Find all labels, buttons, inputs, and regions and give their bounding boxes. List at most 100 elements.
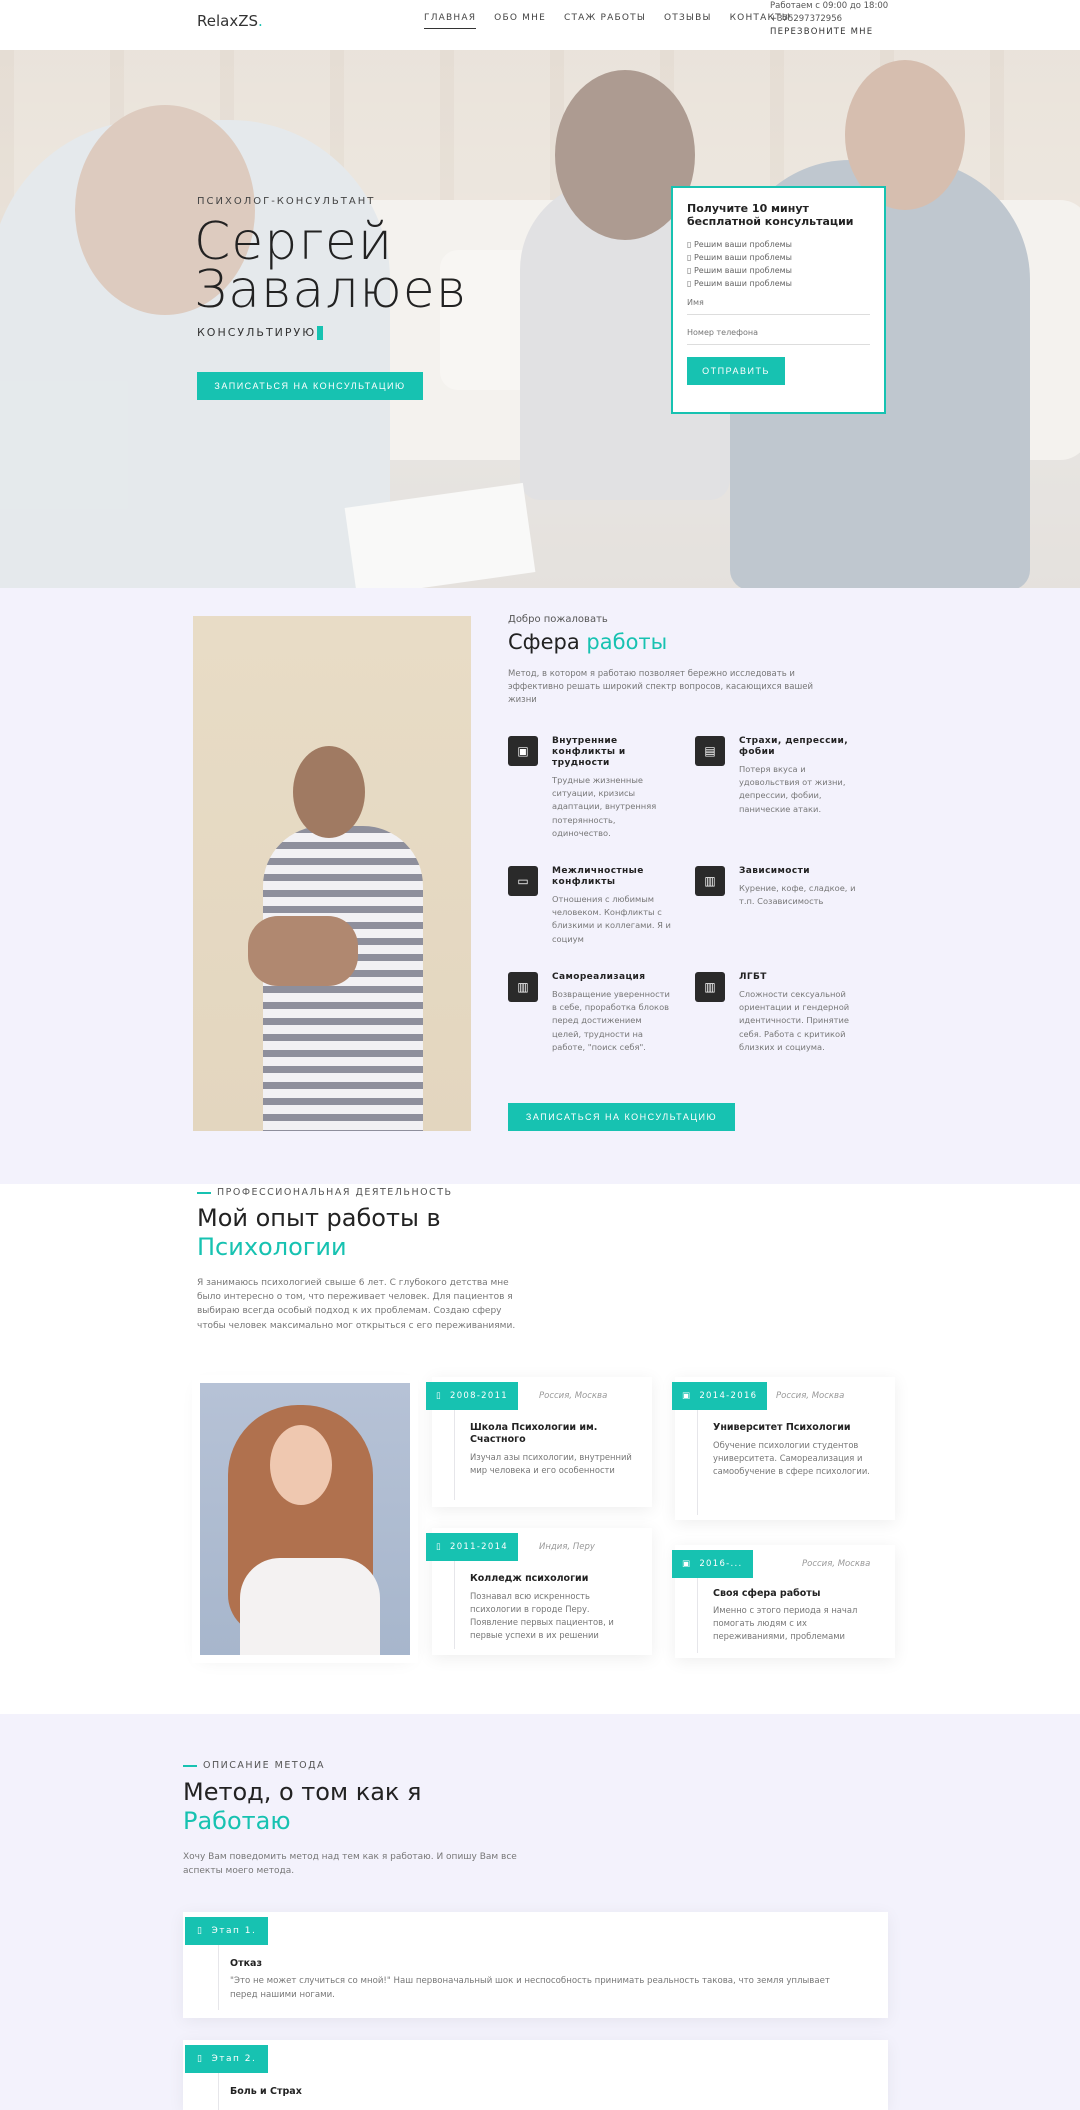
timeline-years: ▯ 2011-2014 <box>426 1533 519 1561</box>
feature-item: ▥ Зависимости Курение, кофе, сладкое, и … <box>695 866 860 908</box>
hero-tagline: КОНСУЛЬТИРУЮ <box>197 326 324 340</box>
hero-name: Сергей Завалюев <box>194 216 514 320</box>
phone-input[interactable] <box>687 321 870 345</box>
timeline-location: Россия, Москва <box>776 1391 845 1401</box>
form-submit-button[interactable]: ОТПРАВИТЬ <box>687 357 785 385</box>
name-input[interactable] <box>687 291 870 315</box>
timeline-years-text: 2011-2014 <box>449 1542 509 1552</box>
wallet-icon: ▭ <box>508 866 538 896</box>
hero-consult-button[interactable]: ЗАПИСАТЬСЯ НА КОНСУЛЬТАЦИЮ <box>197 372 423 400</box>
briefcase-icon: ▣ <box>682 1559 692 1569</box>
nav-reviews[interactable]: ОТЗЫВЫ <box>664 13 712 29</box>
timeline-line <box>697 1410 698 1515</box>
consultation-form: Получите 10 минут бесплатной консультаци… <box>671 186 886 414</box>
feature-text: Курение, кофе, сладкое, и т.п. Созависим… <box>739 883 856 907</box>
phone-number[interactable]: +375297372956 <box>770 13 888 26</box>
step-tag: ▯ Этап 2. <box>185 2045 269 2073</box>
scope-title: Сфера работы <box>508 630 667 654</box>
nav-home[interactable]: ГЛАВНАЯ <box>424 13 477 29</box>
scope-consult-button[interactable]: ЗАПИСАТЬСЯ НА КОНСУЛЬТАЦИЮ <box>508 1103 735 1131</box>
timeline-line <box>454 1561 455 1649</box>
timeline-years: ▣ 2016-... <box>672 1550 753 1578</box>
method-title-b: Работаю <box>183 1807 291 1835</box>
feature-title: ЛГБТ <box>739 972 767 982</box>
feature-title: Внутренние конфликты и трудности <box>552 736 626 768</box>
scope-description: Метод, в котором я работаю позволяет бер… <box>508 669 814 705</box>
timeline-location: Индия, Перу <box>539 1542 595 1552</box>
timeline-card: ▣ 2014-2016 Россия, Москва Университет Пс… <box>672 1377 895 1520</box>
feature-title: Межличностные конфликты <box>552 866 644 887</box>
working-hours: Работаем с 09:00 до 18:00 <box>770 1 889 11</box>
psychologist-photo <box>193 616 471 1131</box>
site-header: RelaxZS. ГЛАВНАЯ ОБО МНЕ СТАЖ РАБОТЫ ОТЗ… <box>0 0 1080 50</box>
method-title: Метод, о том как я Работаю <box>183 1778 421 1836</box>
hero-tagline-text: КОНСУЛЬТИРУЮ <box>197 326 317 339</box>
method-eyebrow-text: ОПИСАНИЕ МЕТОДА <box>203 1760 326 1771</box>
form-title: Получите 10 минут бесплатной консультаци… <box>687 202 854 228</box>
photo-dress <box>240 1558 380 1655</box>
method-eyebrow: ОПИСАНИЕ МЕТОДА <box>183 1760 325 1771</box>
timeline-title: Колледж психологии <box>470 1573 589 1584</box>
timeline-title: Университет Психологии <box>713 1422 851 1433</box>
feature-item: ▤ Страхи, депрессии, фобии Потеря вкуса … <box>695 736 860 816</box>
hero-overlay <box>0 50 1080 588</box>
experience-description: Я занимаюсь психологией свыше 6 лет. С г… <box>197 1278 516 1331</box>
form-benefit-item: ▯ Решим ваши проблемы <box>687 253 792 262</box>
photo-arms <box>248 916 358 986</box>
timeline-line <box>454 1410 455 1500</box>
logo[interactable]: RelaxZS. <box>197 12 263 30</box>
scope-title-b: работы <box>586 630 668 654</box>
step-line <box>218 2073 219 2110</box>
main-nav: ГЛАВНАЯ ОБО МНЕ СТАЖ РАБОТЫ ОТЗЫВЫ КОНТА… <box>424 13 791 29</box>
photo-head <box>293 746 365 838</box>
timeline-text: Познавал всю искренность психологии в го… <box>470 1591 614 1640</box>
feature-text: Потеря вкуса и удовольствия от жизни, де… <box>739 764 846 814</box>
welcome-label: Добро пожаловать <box>508 614 608 625</box>
logo-dot: . <box>258 12 263 30</box>
nav-about[interactable]: ОБО МНЕ <box>494 13 546 29</box>
book-icon: ▯ <box>436 1391 442 1401</box>
form-benefit-text: Решим ваши проблемы <box>693 266 792 275</box>
step-tag: ▯ Этап 1. <box>185 1917 269 1945</box>
books-icon: ▥ <box>695 866 725 896</box>
timeline-location: Россия, Москва <box>539 1391 608 1401</box>
photo-face <box>270 1425 332 1505</box>
feature-title: Самореализация <box>552 972 646 982</box>
books-icon: ▥ <box>508 972 538 1002</box>
timeline-text: Изучал азы психологии, внутренний мир че… <box>470 1452 632 1475</box>
step-text: "Это не может случиться со мной!" Наш пе… <box>230 1976 830 2000</box>
timeline-text: Обучение психологии студентов университе… <box>713 1440 870 1476</box>
step-tag-text: Этап 2. <box>211 2054 257 2064</box>
nav-experience[interactable]: СТАЖ РАБОТЫ <box>564 13 646 29</box>
experience-title-b: Психологии <box>197 1233 347 1261</box>
method-description: Хочу Вам поведомить метод над тем как я … <box>183 1852 517 1877</box>
contact-info: Работаем с 09:00 до 18:00 +375297372956 … <box>770 0 888 39</box>
scope-title-a: Сфера <box>508 630 587 654</box>
experience-photo <box>200 1383 410 1655</box>
feature-text: Сложности сексуальной ориентации и генде… <box>739 989 850 1052</box>
method-title-a: Метод, о том как я <box>183 1778 422 1806</box>
form-benefit-item: ▯ Решим ваши проблемы <box>687 266 792 275</box>
hero-last-name: Завалюев <box>194 260 468 320</box>
briefcase-icon: ▣ <box>682 1391 692 1401</box>
callback-link[interactable]: ПЕРЕЗВОНИТЕ МНЕ <box>770 26 888 39</box>
timeline-years: ▣ 2014-2016 <box>672 1382 768 1410</box>
book-icon: ▯ <box>197 1926 204 1936</box>
feature-item: ▥ Самореализация Возвращение уверенности… <box>508 972 673 1054</box>
step-title: Боль и Страх <box>230 2086 302 2097</box>
hero-section <box>0 50 1080 588</box>
form-benefit-text: Решим ваши проблемы <box>693 240 792 249</box>
timeline-title: Своя сфера работы <box>713 1588 821 1599</box>
books-icon: ▥ <box>695 972 725 1002</box>
method-step: ▯ Этап 1. Отказ "Это не может случиться с… <box>183 1912 888 2018</box>
timeline-location: Россия, Москва <box>802 1559 871 1569</box>
form-benefit-item: ▯ Решим ваши проблемы <box>687 240 792 249</box>
feature-text: Отношения с любимым человеком. Конфликты… <box>552 894 671 944</box>
step-title: Отказ <box>230 1958 262 1969</box>
form-benefits: ▯ Решим ваши проблемы ▯ Решим ваши пробл… <box>687 238 870 290</box>
image-icon: ▣ <box>508 736 538 766</box>
experience-eyebrow-text: ПРОФЕССИОНАЛЬНАЯ ДЕЯТЕЛЬНОСТЬ <box>217 1187 453 1198</box>
timeline-line <box>697 1578 698 1653</box>
method-step: ▯ Этап 2. Боль и Страх <box>183 2040 888 2110</box>
feature-item: ▭ Межличностные конфликты Отношения с лю… <box>508 866 673 946</box>
